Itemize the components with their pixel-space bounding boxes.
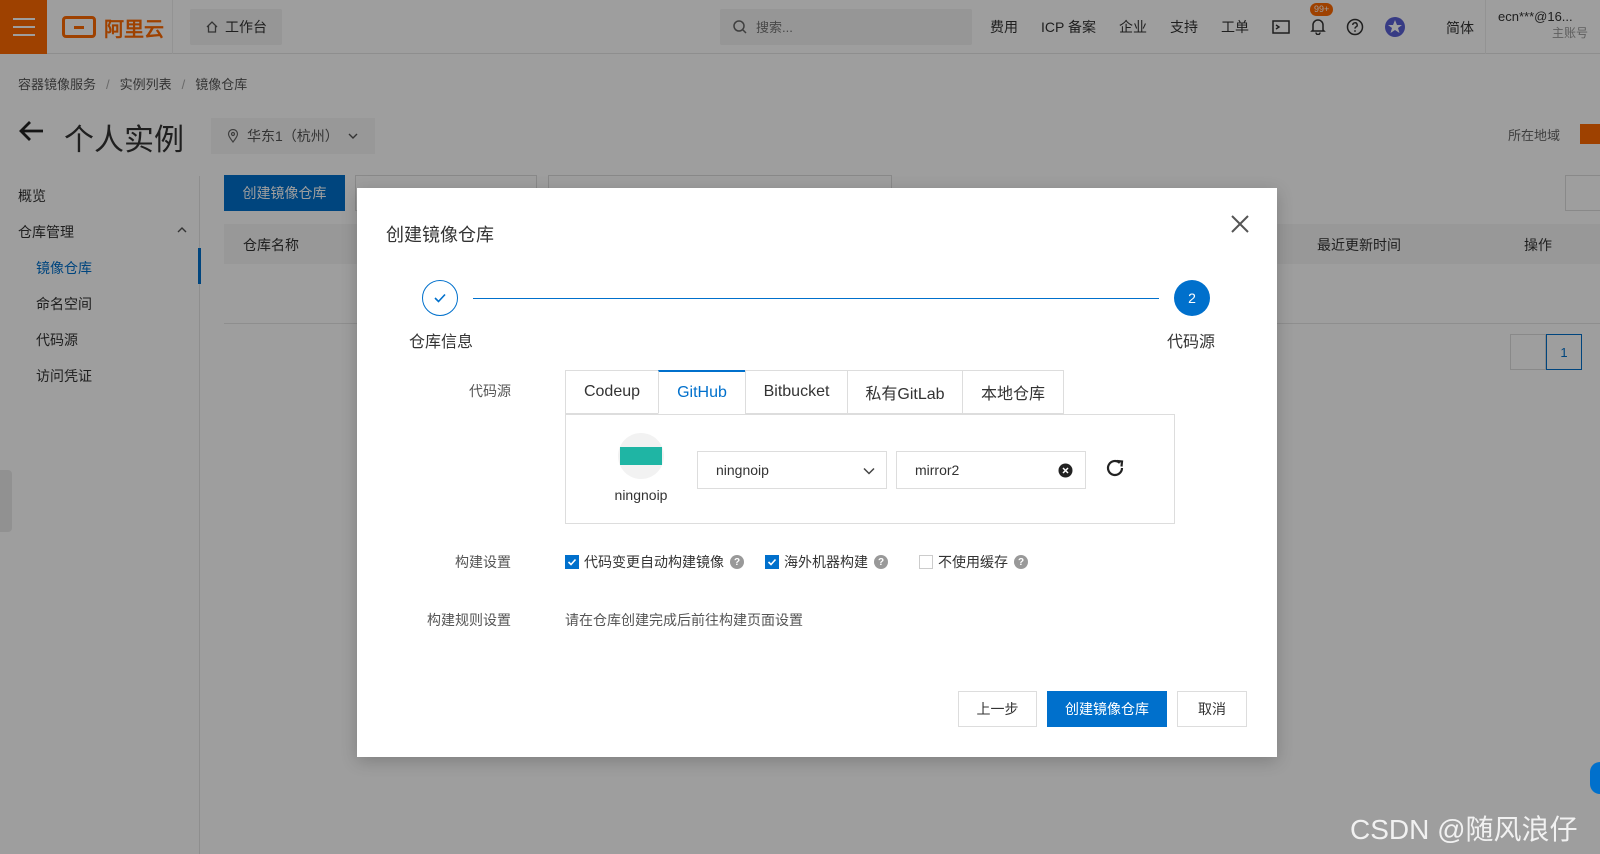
build-rules-label: 构建规则设置: [427, 612, 511, 628]
overseas-build-label: 海外机器构建: [784, 554, 868, 570]
app-root: 阿里云 工作台 费用 ICP 备案 企业 支持 工单 99+ 简体: [0, 0, 1600, 854]
owner-select-value: ningnoip: [716, 462, 769, 478]
auto-build-checkbox[interactable]: [565, 555, 579, 569]
clear-icon[interactable]: [1058, 463, 1073, 478]
cancel-button[interactable]: 取消: [1177, 691, 1247, 727]
create-repo-modal: 创建镜像仓库 2 仓库信息 代码源 代码源 Codeup GitHub Bitb…: [357, 188, 1277, 757]
auto-build-option[interactable]: 代码变更自动构建镜像 ?: [565, 552, 744, 572]
help-icon[interactable]: ?: [1014, 555, 1028, 569]
create-repo-submit-button[interactable]: 创建镜像仓库: [1047, 691, 1167, 727]
repo-select[interactable]: mirror2: [896, 451, 1086, 489]
help-icon[interactable]: ?: [730, 555, 744, 569]
no-cache-checkbox[interactable]: [919, 555, 933, 569]
build-settings-label: 构建设置: [455, 554, 511, 570]
prev-step-button[interactable]: 上一步: [958, 691, 1037, 727]
overseas-build-option[interactable]: 海外机器构建 ?: [765, 552, 888, 572]
no-cache-option[interactable]: 不使用缓存 ?: [919, 552, 1028, 572]
tab-github[interactable]: GitHub: [658, 370, 745, 414]
overseas-build-checkbox[interactable]: [765, 555, 779, 569]
github-account-name: ningnoip: [614, 487, 668, 503]
floating-assistant-button[interactable]: [1590, 762, 1600, 794]
close-icon[interactable]: [1227, 211, 1253, 237]
help-icon[interactable]: ?: [874, 555, 888, 569]
tab-codeup[interactable]: Codeup: [565, 370, 658, 414]
github-tab-panel: ningnoip ningnoip mirror2: [565, 414, 1175, 524]
tab-bitbucket[interactable]: Bitbucket: [745, 370, 847, 414]
code-source-tabs: Codeup GitHub Bitbucket 私有GitLab 本地仓库: [565, 370, 1064, 414]
step-1-done: [422, 280, 458, 316]
refresh-icon[interactable]: [1104, 457, 1126, 479]
github-account-avatar: [618, 433, 664, 479]
code-source-label: 代码源: [469, 383, 511, 399]
step-connector: [473, 298, 1159, 299]
step-2-label: 代码源: [1167, 334, 1216, 351]
step-2-current: 2: [1174, 280, 1210, 316]
modal-title: 创建镜像仓库: [386, 225, 494, 245]
avatar-image: [620, 447, 662, 465]
build-rules-text: 请在仓库创建完成后前往构建页面设置: [565, 612, 803, 628]
auto-build-label: 代码变更自动构建镜像: [584, 554, 724, 570]
repo-select-value: mirror2: [915, 462, 960, 478]
chevron-down-icon: [863, 467, 875, 475]
tab-local-repo[interactable]: 本地仓库: [962, 370, 1064, 414]
build-settings-checks: 代码变更自动构建镜像 ? 海外机器构建 ? 不使用缓存 ?: [565, 552, 1028, 572]
watermark: CSDN @随风浪仔: [1350, 814, 1578, 845]
tab-private-gitlab[interactable]: 私有GitLab: [847, 370, 962, 414]
step-1-label: 仓库信息: [409, 334, 474, 351]
check-icon: [434, 293, 446, 303]
no-cache-label: 不使用缓存: [938, 554, 1008, 570]
owner-select[interactable]: ningnoip: [697, 451, 887, 489]
